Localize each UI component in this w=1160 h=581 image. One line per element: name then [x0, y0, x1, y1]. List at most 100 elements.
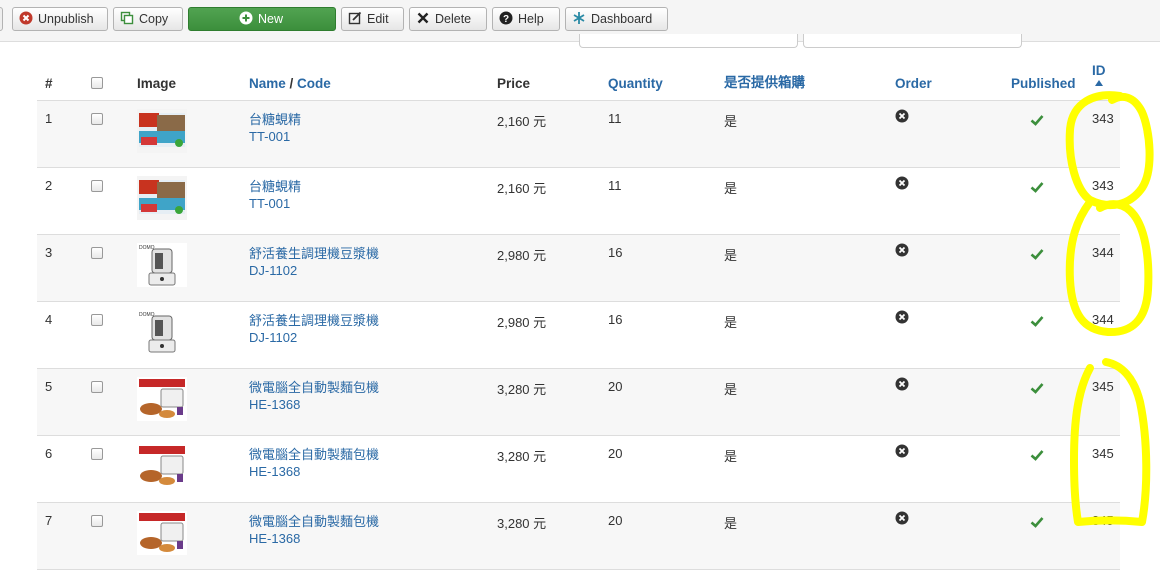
unpublish-label: Unpublish	[38, 12, 94, 26]
check-all-checkbox[interactable]	[91, 77, 103, 89]
sort-up-icon	[1095, 80, 1103, 86]
table-row: 3 DOMO 舒活養生調理機豆漿機 DJ-1102 2,980 元 16 是 3…	[37, 235, 1120, 302]
x-circle-icon[interactable]	[895, 377, 909, 391]
product-code-link[interactable]: HE-1368	[249, 396, 379, 413]
row-number: 4	[45, 312, 53, 327]
product-name-link[interactable]: 舒活養生調理機豆漿機	[249, 312, 379, 329]
row-checkbox[interactable]	[91, 515, 103, 527]
product-id: 343	[1092, 178, 1114, 193]
product-image[interactable]	[137, 377, 187, 421]
x-circle-icon[interactable]	[895, 176, 909, 190]
product-id: 345	[1092, 379, 1114, 394]
product-code-link[interactable]: HE-1368	[249, 463, 379, 480]
svg-text:DOMO: DOMO	[139, 312, 155, 318]
x-circle-icon[interactable]	[895, 109, 909, 123]
product-quantity: 20	[608, 446, 623, 461]
help-label: Help	[518, 12, 544, 26]
product-quantity: 11	[608, 178, 622, 193]
x-circle-icon[interactable]	[895, 511, 909, 525]
question-icon: ?	[499, 11, 513, 25]
box-purchase-value: 是	[724, 181, 738, 196]
product-code-link[interactable]: HE-1368	[249, 530, 379, 547]
sort-by-name-link[interactable]: Name	[249, 76, 286, 91]
product-id: 343	[1092, 111, 1114, 126]
product-code-link[interactable]: TT-001	[249, 128, 301, 145]
check-icon[interactable]	[1030, 114, 1044, 126]
check-icon[interactable]	[1030, 181, 1044, 193]
header-separator: /	[285, 76, 298, 91]
product-image[interactable]	[137, 444, 187, 488]
box-purchase-value: 是	[724, 449, 738, 464]
new-button[interactable]: New	[188, 7, 336, 31]
unpublish-button[interactable]: Unpublish	[12, 7, 108, 31]
product-price: 2,160 元	[497, 114, 547, 129]
copy-icon	[120, 11, 134, 25]
copy-button[interactable]: Copy	[113, 7, 183, 31]
product-price: 3,280 元	[497, 516, 547, 531]
check-icon[interactable]	[1030, 449, 1044, 461]
row-number: 2	[45, 178, 53, 193]
check-icon[interactable]	[1030, 315, 1044, 327]
product-code-link[interactable]: DJ-1102	[249, 329, 379, 346]
product-image[interactable]: DOMO	[137, 310, 187, 354]
table-row: 7 微電腦全自動製麵包機 HE-1368 3,280 元 20 是 345	[37, 503, 1120, 570]
product-name-cell: 台糖蜆精 TT-001	[249, 178, 301, 212]
row-number: 7	[45, 513, 53, 528]
box-purchase-value: 是	[724, 516, 738, 531]
table-row: 1 台糖蜆精 TT-001 2,160 元 11 是 343	[37, 101, 1120, 168]
edit-icon	[348, 11, 362, 25]
x-circle-icon[interactable]	[895, 243, 909, 257]
product-code-link[interactable]: TT-001	[249, 195, 301, 212]
product-name-link[interactable]: 微電腦全自動製麵包機	[249, 513, 379, 530]
row-checkbox[interactable]	[91, 314, 103, 326]
product-name-cell: 舒活養生調理機豆漿機 DJ-1102	[249, 312, 379, 346]
row-number: 5	[45, 379, 53, 394]
product-name-link[interactable]: 微電腦全自動製麵包機	[249, 446, 379, 463]
check-icon[interactable]	[1030, 382, 1044, 394]
table-row: 4 DOMO 舒活養生調理機豆漿機 DJ-1102 2,980 元 16 是 3…	[37, 302, 1120, 369]
sort-by-code-link[interactable]: Code	[297, 76, 331, 91]
product-price: 2,160 元	[497, 181, 547, 196]
product-image[interactable]	[137, 109, 187, 153]
filter-select-2[interactable]	[803, 34, 1022, 48]
x-circle-icon[interactable]	[895, 444, 909, 458]
product-quantity: 11	[608, 111, 622, 126]
product-price: 3,280 元	[497, 449, 547, 464]
check-icon[interactable]	[1030, 248, 1044, 260]
row-number: 1	[45, 111, 53, 126]
help-button[interactable]: ? Help	[492, 7, 560, 31]
product-image[interactable]	[137, 511, 187, 555]
box-purchase-value: 是	[724, 114, 738, 129]
delete-button[interactable]: Delete	[409, 7, 487, 31]
product-code-link[interactable]: DJ-1102	[249, 262, 379, 279]
row-checkbox[interactable]	[91, 381, 103, 393]
product-id: 345	[1092, 446, 1114, 461]
box-purchase-value: 是	[724, 248, 738, 263]
row-checkbox[interactable]	[91, 448, 103, 460]
product-name-link[interactable]: 微電腦全自動製麵包機	[249, 379, 379, 396]
row-checkbox[interactable]	[91, 247, 103, 259]
check-icon[interactable]	[1030, 516, 1044, 528]
dashboard-label: Dashboard	[591, 12, 653, 26]
dashboard-icon	[573, 12, 585, 24]
toolbar-previous-button[interactable]	[0, 7, 3, 31]
product-name-link[interactable]: 台糖蜆精	[249, 178, 301, 195]
row-checkbox[interactable]	[91, 113, 103, 125]
edit-button[interactable]: Edit	[341, 7, 404, 31]
product-price: 3,280 元	[497, 382, 547, 397]
dashboard-button[interactable]: Dashboard	[565, 7, 668, 31]
row-checkbox[interactable]	[91, 180, 103, 192]
product-name-link[interactable]: 台糖蜆精	[249, 111, 301, 128]
product-image[interactable]	[137, 176, 187, 220]
product-price: 2,980 元	[497, 248, 547, 263]
product-price: 2,980 元	[497, 315, 547, 330]
box-purchase-value: 是	[724, 315, 738, 330]
product-id: 344	[1092, 312, 1114, 327]
x-circle-icon[interactable]	[895, 310, 909, 324]
product-quantity: 20	[608, 513, 623, 528]
filter-select-1[interactable]	[579, 34, 798, 48]
product-name-link[interactable]: 舒活養生調理機豆漿機	[249, 245, 379, 262]
product-name-cell: 台糖蜆精 TT-001	[249, 111, 301, 145]
product-image[interactable]: DOMO	[137, 243, 187, 287]
delete-icon	[417, 12, 429, 24]
